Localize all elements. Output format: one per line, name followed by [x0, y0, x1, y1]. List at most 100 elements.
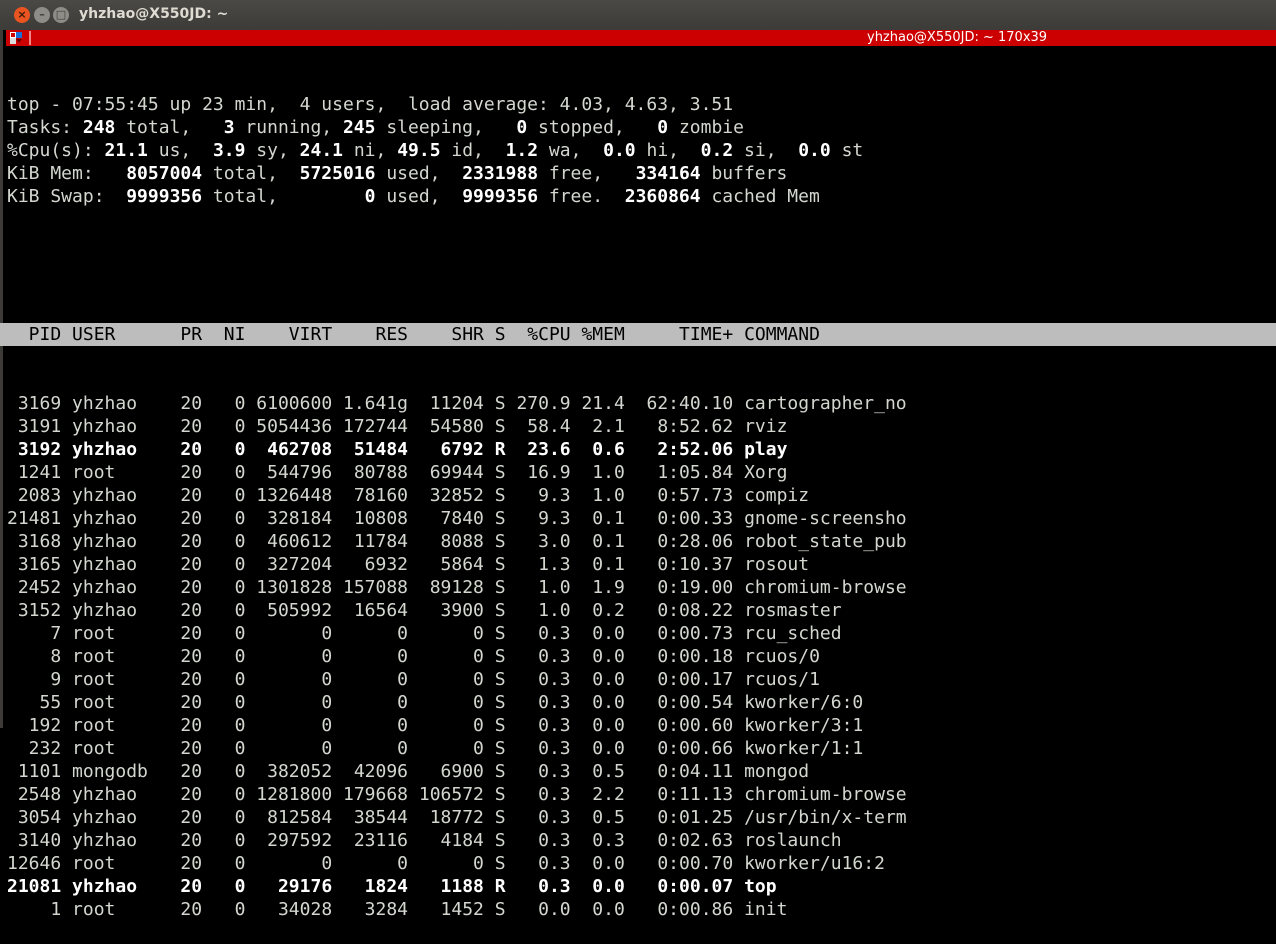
- cell-cpu: 0.3: [516, 715, 571, 736]
- summary-value: 0: [516, 117, 528, 138]
- cell-cpu: 0.0: [516, 899, 571, 920]
- cell-command: rosout: [744, 554, 810, 575]
- process-row[interactable]: 3168 yhzhao 20 0 460612 11784 8088 S 3.0…: [7, 530, 1276, 553]
- summary-label: free.: [538, 186, 625, 207]
- process-row[interactable]: 3169 yhzhao 20 0 6100600 1.641g 11204 S …: [7, 392, 1276, 415]
- cell-virt: 382052: [256, 761, 333, 782]
- cell-pid: 3168: [7, 531, 62, 552]
- cell-user: yhzhao: [72, 830, 159, 851]
- cell-state: S: [494, 784, 506, 805]
- process-table-header: PID USER PR NI VIRT RES SHR S %CPU %MEM …: [0, 323, 1276, 346]
- summary-label: top - 07:55:45 up 23 min, 4 users, load …: [7, 94, 734, 115]
- cell-cpu: 0.3: [516, 853, 571, 874]
- process-row[interactable]: 1 root 20 0 34028 3284 1452 S 0.0 0.0 0:…: [7, 898, 1276, 921]
- cell-virt: 34028: [256, 899, 333, 920]
- cell-command: play: [744, 439, 788, 460]
- cell-time: TIME+: [635, 324, 734, 345]
- process-row[interactable]: 8 root 20 0 0 0 0 S 0.3 0.0 0:00.18 rcuo…: [7, 645, 1276, 668]
- cell-ni: 0: [212, 669, 246, 690]
- process-row[interactable]: 3054 yhzhao 20 0 812584 38544 18772 S 0.…: [7, 806, 1276, 829]
- cell-time: 0:00.60: [635, 715, 734, 736]
- cell-time: 0:00.07: [635, 876, 734, 897]
- process-row[interactable]: 2083 yhzhao 20 0 1326448 78160 32852 S 9…: [7, 484, 1276, 507]
- cell-res: 51484: [343, 439, 409, 460]
- cell-user: USER: [72, 324, 159, 345]
- minimize-button[interactable]: –: [34, 7, 50, 23]
- cell-state: S: [494, 830, 506, 851]
- cell-mem: 0.0: [581, 899, 625, 920]
- cell-shr: 106572: [418, 784, 484, 805]
- cell-pid: 12646: [7, 853, 62, 874]
- process-row[interactable]: 12646 root 20 0 0 0 0 S 0.3 0.0 0:00.70 …: [7, 852, 1276, 875]
- maximize-icon: □: [55, 8, 67, 21]
- close-button[interactable]: ×: [14, 7, 30, 23]
- cell-cpu: 0.3: [516, 669, 571, 690]
- cell-res: 1824: [343, 876, 409, 897]
- cell-pid: 8: [7, 646, 62, 667]
- maximize-button[interactable]: □: [53, 7, 69, 23]
- process-row[interactable]: 21081 yhzhao 20 0 29176 1824 1188 R 0.3 …: [7, 875, 1276, 898]
- cell-time: 0:11.13: [635, 784, 734, 805]
- cell-state: S: [494, 807, 506, 828]
- cell-ni: 0: [212, 462, 246, 483]
- window-titlebar[interactable]: × – □ yhzhao@X550JD: ~: [0, 0, 1276, 30]
- cell-state: S: [494, 577, 506, 598]
- summary-label: total,: [202, 163, 300, 184]
- process-row[interactable]: 1101 mongodb 20 0 382052 42096 6900 S 0.…: [7, 760, 1276, 783]
- cell-shr: 7840: [418, 508, 484, 529]
- cell-time: 0:19.00: [635, 577, 734, 598]
- cell-command: gnome-screensho: [744, 508, 907, 529]
- cell-state: S: [494, 646, 506, 667]
- cell-user: root: [72, 462, 159, 483]
- process-row[interactable]: 3165 yhzhao 20 0 327204 6932 5864 S 1.3 …: [7, 553, 1276, 576]
- cell-mem: 0.3: [581, 830, 625, 851]
- cell-pid: 3191: [7, 416, 62, 437]
- cell-user: root: [72, 646, 159, 667]
- cell-res: 3284: [343, 899, 409, 920]
- process-row[interactable]: 1241 root 20 0 544796 80788 69944 S 16.9…: [7, 461, 1276, 484]
- cell-command: kworker/u16:2: [744, 853, 885, 874]
- process-row[interactable]: 7 root 20 0 0 0 0 S 0.3 0.0 0:00.73 rcu_…: [7, 622, 1276, 645]
- cell-res: 80788: [343, 462, 409, 483]
- process-row[interactable]: 3192 yhzhao 20 0 462708 51484 6792 R 23.…: [7, 438, 1276, 461]
- cell-command: /usr/bin/x-term: [744, 807, 907, 828]
- process-row[interactable]: 55 root 20 0 0 0 0 S 0.3 0.0 0:00.54 kwo…: [7, 691, 1276, 714]
- process-row[interactable]: 9 root 20 0 0 0 0 S 0.3 0.0 0:00.17 rcuo…: [7, 668, 1276, 691]
- cell-state: R: [494, 439, 506, 460]
- terminal-output[interactable]: top - 07:55:45 up 23 min, 4 users, load …: [0, 47, 1276, 944]
- cell-pid: 9: [7, 669, 62, 690]
- cell-user: yhzhao: [72, 807, 159, 828]
- cell-cpu: 0.3: [516, 876, 571, 897]
- cell-cpu: 1.0: [516, 577, 571, 598]
- summary-label: sleeping,: [375, 117, 517, 138]
- process-row[interactable]: 3191 yhzhao 20 0 5054436 172744 54580 S …: [7, 415, 1276, 438]
- cell-time: 0:00.86: [635, 899, 734, 920]
- summary-value: 245: [342, 117, 376, 138]
- cell-shr: 32852: [418, 485, 484, 506]
- cell-mem: 0.0: [581, 669, 625, 690]
- close-icon: ×: [17, 8, 27, 21]
- cell-state: S: [494, 416, 506, 437]
- cell-cpu: 270.9: [516, 393, 571, 414]
- cell-time: 2:52.06: [635, 439, 734, 460]
- cell-user: root: [72, 623, 159, 644]
- cell-virt: 0: [256, 646, 333, 667]
- process-row[interactable]: 192 root 20 0 0 0 0 S 0.3 0.0 0:00.60 kw…: [7, 714, 1276, 737]
- process-row[interactable]: 3140 yhzhao 20 0 297592 23116 4184 S 0.3…: [7, 829, 1276, 852]
- process-row[interactable]: 21481 yhzhao 20 0 328184 10808 7840 S 9.…: [7, 507, 1276, 530]
- summary-label: ni,: [343, 140, 398, 161]
- summary-value: 49.5: [397, 140, 441, 161]
- minimize-icon: –: [39, 8, 45, 21]
- process-row[interactable]: 2452 yhzhao 20 0 1301828 157088 89128 S …: [7, 576, 1276, 599]
- process-row[interactable]: 3152 yhzhao 20 0 505992 16564 3900 S 1.0…: [7, 599, 1276, 622]
- cell-res: 16564: [343, 600, 409, 621]
- cell-pid: 192: [7, 715, 62, 736]
- process-row[interactable]: 232 root 20 0 0 0 0 S 0.3 0.0 0:00.66 kw…: [7, 737, 1276, 760]
- process-row[interactable]: 2548 yhzhao 20 0 1281800 179668 106572 S…: [7, 783, 1276, 806]
- cell-pr: 20: [169, 393, 203, 414]
- cell-command: kworker/1:1: [744, 738, 864, 759]
- cell-pr: 20: [169, 738, 203, 759]
- terminator-icon[interactable]: [10, 32, 22, 44]
- terminal-tab-bar[interactable]: yhzhao@X550JD: ~ 170x39: [6, 30, 1276, 46]
- cell-shr: 18772: [418, 807, 484, 828]
